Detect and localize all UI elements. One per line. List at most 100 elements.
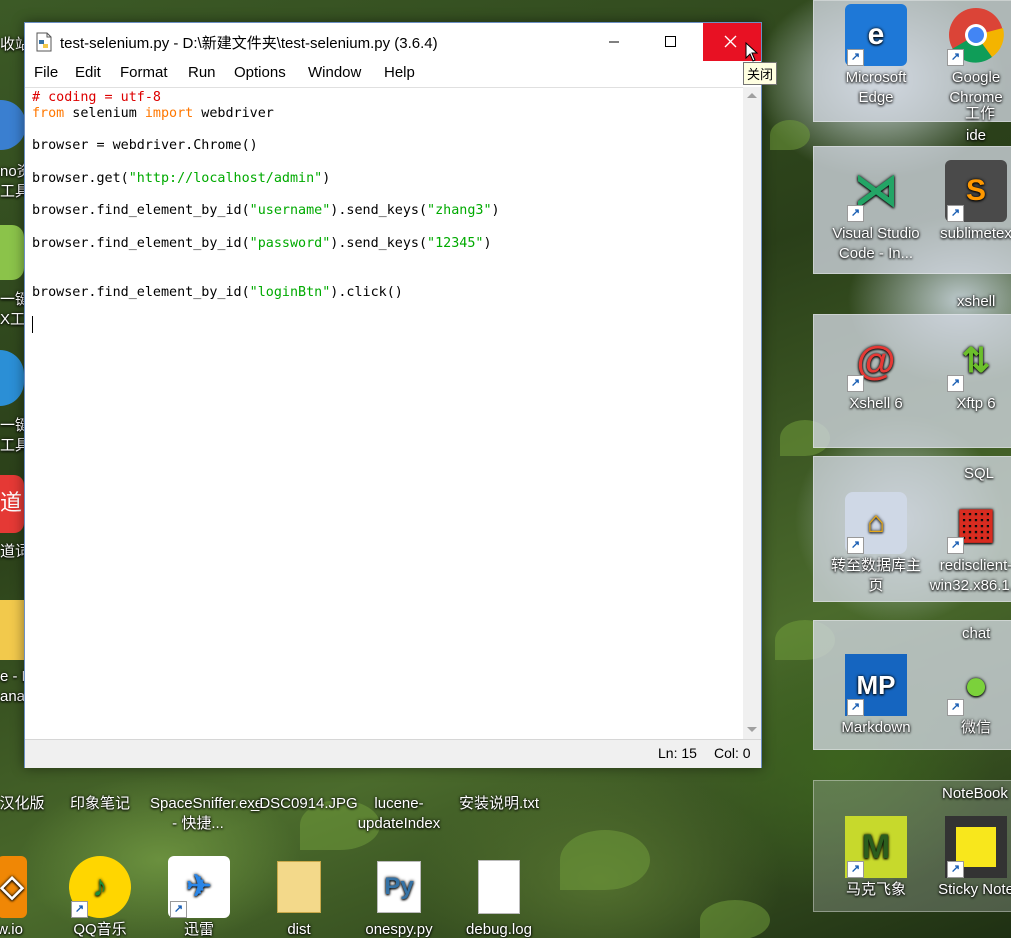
group-label-chat: chat: [962, 625, 991, 642]
desktop-icon-xftp[interactable]: ⇅ ↗ Xftp 6: [928, 330, 1011, 414]
desktop-icon-markdown[interactable]: MP ↗ Markdown: [828, 654, 924, 738]
desktop-icon-edge[interactable]: e ↗ Microsoft Edge: [828, 4, 924, 108]
vertical-scrollbar[interactable]: [743, 87, 761, 739]
redis-icon: ▦ ↗: [945, 492, 1007, 554]
chrome-icon: ↗: [945, 4, 1007, 66]
desktop-icon-database[interactable]: ⌂ ↗ 转至数据库主页: [828, 492, 924, 596]
close-tooltip: 关闭: [743, 62, 778, 85]
left-icon-partial[interactable]: [0, 100, 26, 150]
desktop-icon-spacesniffer[interactable]: SpaceSniffer.exe - 快捷...: [150, 794, 263, 834]
code-editor[interactable]: # coding = utf-8 from selenium import we…: [25, 87, 743, 740]
desktop-icon-sticky-note[interactable]: ↗ Sticky Note: [928, 816, 1011, 900]
code-line-1: # coding = utf-8: [32, 90, 161, 105]
status-column: Col: 0: [714, 745, 751, 761]
code-line-2: from selenium import webdriver: [32, 106, 274, 121]
shortcut-arrow-icon: ↗: [847, 699, 864, 716]
xshell-icon: @ ↗: [845, 330, 907, 392]
desktop-icon-xunlei[interactable]: ✈ ↗ 迅雷: [151, 856, 247, 938]
android-icon[interactable]: [0, 225, 24, 280]
shortcut-arrow-icon: ↗: [847, 861, 864, 878]
folder-icon: [268, 856, 330, 918]
desktop-icon-maxiang[interactable]: M ↗ 马克飞象: [828, 816, 924, 900]
menu-window[interactable]: Window: [308, 64, 361, 81]
sticky-note-icon: ↗: [945, 816, 1007, 878]
shortcut-arrow-icon: ↗: [947, 375, 964, 392]
sublime-icon: S ↗: [945, 160, 1007, 222]
text-caret: [32, 316, 33, 333]
wechat-icon: ● ↗: [945, 654, 1007, 716]
desktop-icon-xshell[interactable]: @ ↗ Xshell 6: [828, 330, 924, 414]
shortcut-arrow-icon: ↗: [71, 901, 88, 918]
window-title: test-selenium.py - D:\新建文件夹\test-seleniu…: [60, 35, 438, 52]
drawio-icon: ◇: [0, 856, 27, 918]
desktop-icon-vscode[interactable]: ⋊ ↗ Visual Studio Code - In...: [828, 160, 924, 264]
group-label-sql: SQL: [964, 465, 995, 482]
desktop-icon-sublime[interactable]: S ↗ sublimetex: [928, 160, 1011, 244]
title-bar[interactable]: test-selenium.py - D:\新建文件夹\test-seleniu…: [25, 23, 761, 61]
desktop-icon-dist-folder[interactable]: dist: [251, 856, 347, 938]
group-label-ide: ide: [966, 127, 987, 144]
menu-file[interactable]: File: [34, 64, 58, 81]
desktop-icon-drawio[interactable]: ◇ w.io: [0, 856, 58, 938]
database-icon: ⌂ ↗: [845, 492, 907, 554]
shortcut-arrow-icon: ↗: [847, 205, 864, 222]
menu-bar: File Edit Format Run Options Window Help: [25, 61, 761, 87]
qqmusic-icon: ♪ ↗: [69, 856, 131, 918]
desktop-icon-yinxiang[interactable]: 印象笔记: [52, 794, 148, 814]
left-label-9[interactable]: ana: [0, 688, 25, 705]
shortcut-arrow-icon: ↗: [947, 861, 964, 878]
shortcut-arrow-icon: ↗: [947, 537, 964, 554]
shortcut-arrow-icon: ↗: [847, 375, 864, 392]
idle-editor-window: test-selenium.py - D:\新建文件夹\test-seleniu…: [24, 22, 762, 768]
minimize-icon: [609, 41, 619, 43]
shortcut-arrow-icon: ↗: [947, 205, 964, 222]
scroll-down-icon[interactable]: [747, 727, 757, 732]
desktop-icon-lucene[interactable]: lucene-updateIndex: [351, 794, 447, 834]
menu-format[interactable]: Format: [120, 64, 168, 81]
python-file-icon: [36, 32, 52, 52]
desktop-icon-onespy[interactable]: Py onespy.py: [351, 856, 447, 938]
group-label-xshell: xshell: [957, 293, 996, 310]
desktop-icon-dsc-photo[interactable]: _DSC0914.JPG: [251, 794, 358, 814]
shortcut-arrow-icon: ↗: [947, 49, 964, 66]
left-app-icon[interactable]: [0, 350, 24, 406]
menu-help[interactable]: Help: [384, 64, 415, 81]
desktop-icon-wechat[interactable]: ● ↗ 微信: [928, 654, 1011, 738]
status-line: Ln: 15: [658, 745, 697, 761]
markdown-icon: MP ↗: [845, 654, 907, 716]
xftp-icon: ⇅ ↗: [945, 330, 1007, 392]
scroll-up-icon[interactable]: [747, 93, 757, 98]
youdao-icon[interactable]: 道: [0, 475, 24, 533]
menu-run[interactable]: Run: [188, 64, 216, 81]
desktop-icon-qqmusic[interactable]: ♪ ↗ QQ音乐: [52, 856, 148, 938]
desktop-icon-redis[interactable]: ▦↗ redisclient-win32.x86.1...: [928, 492, 1011, 596]
xunlei-icon: ✈ ↗: [168, 856, 230, 918]
status-bar: Ln: 15 Col: 0: [25, 739, 761, 768]
desktop-icon-install-txt[interactable]: 安装说明.txt: [451, 794, 547, 814]
code-line-5: browser.find_element_by_id("username").s…: [32, 203, 500, 218]
group-label-notebook: NoteBook: [942, 785, 1008, 802]
maxiang-icon: M ↗: [845, 816, 907, 878]
shortcut-arrow-icon: ↗: [847, 49, 864, 66]
code-line-6: browser.find_element_by_id("password").s…: [32, 236, 492, 251]
maximize-button[interactable]: [647, 23, 693, 61]
code-line-3: browser = webdriver.Chrome(): [32, 138, 258, 153]
maximize-icon: [665, 36, 676, 47]
desktop-icon-chrome[interactable]: ↗ Google Chrome: [928, 4, 1011, 108]
shortcut-arrow-icon: ↗: [847, 537, 864, 554]
text-file-icon: [468, 856, 530, 918]
minimize-button[interactable]: [591, 23, 637, 61]
left-label-4[interactable]: X工: [0, 308, 25, 329]
code-line-7: browser.find_element_by_id("loginBtn").c…: [32, 285, 403, 300]
shortcut-arrow-icon: ↗: [170, 901, 187, 918]
mouse-cursor-icon: [745, 42, 759, 62]
python-file-icon: Py: [368, 856, 430, 918]
left-folder-icon[interactable]: [0, 600, 24, 660]
desktop-icon-debug-log[interactable]: debug.log: [451, 856, 547, 938]
vscode-icon: ⋊ ↗: [845, 160, 907, 222]
menu-edit[interactable]: Edit: [75, 64, 101, 81]
code-line-4: browser.get("http://localhost/admin"): [32, 171, 331, 186]
edge-icon: e ↗: [845, 4, 907, 66]
shortcut-arrow-icon: ↗: [947, 699, 964, 716]
menu-options[interactable]: Options: [234, 64, 286, 81]
